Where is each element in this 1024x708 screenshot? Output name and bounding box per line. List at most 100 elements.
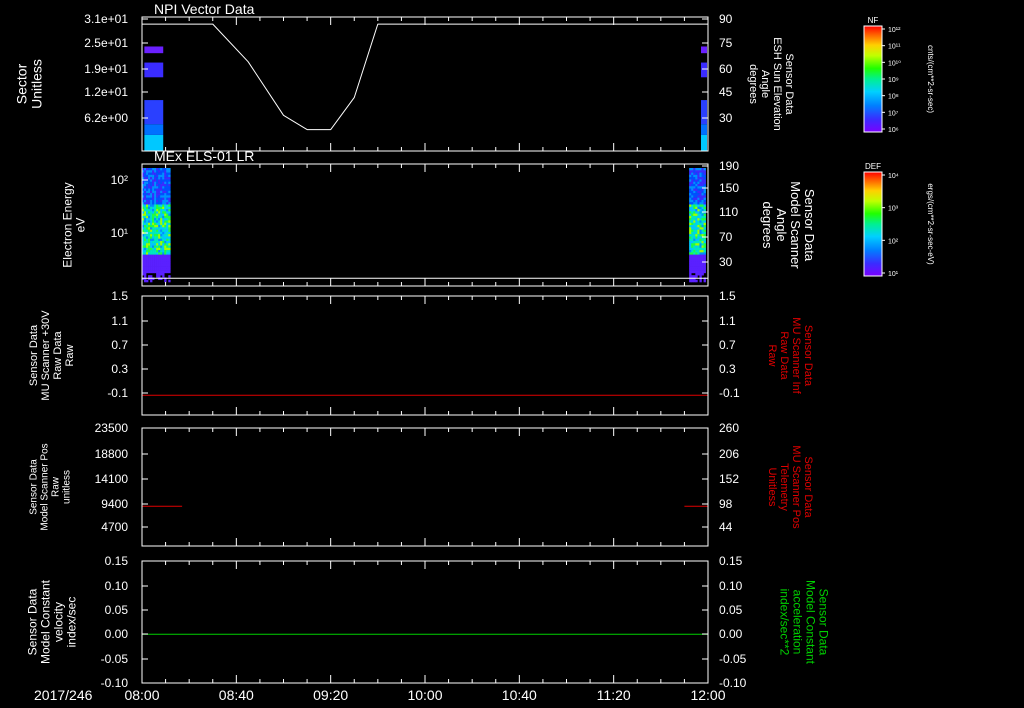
spectrogram-cell [152, 209, 155, 212]
spectrogram-cell [156, 252, 159, 255]
spectrogram-cell [156, 206, 159, 210]
spectrogram-cell [162, 218, 165, 221]
spectrogram-cell [160, 181, 163, 185]
spectrogram-cell [693, 250, 696, 253]
y2-axis-label: MU Scanner Pos [790, 445, 802, 529]
spectrogram-cell [166, 202, 169, 205]
spectrogram-cell [701, 231, 704, 235]
spectrogram-cell [146, 188, 149, 192]
spectrogram-cell [144, 218, 147, 221]
spectrogram-cell [152, 197, 155, 201]
spectrogram-cell [162, 259, 165, 262]
spectrogram-cell [144, 263, 147, 267]
spectrogram-cell [152, 183, 155, 187]
date-label: 2017/246 [34, 687, 93, 703]
spectrogram-cell [146, 268, 149, 271]
spectrogram-cell [156, 261, 159, 265]
spectrogram-cell [691, 199, 694, 203]
spectrogram-cell [168, 195, 171, 198]
spectrogram-cell [168, 227, 171, 230]
spectrogram-cell [701, 172, 704, 176]
spectrogram-cell [160, 220, 163, 224]
spectrogram-cell [699, 209, 702, 212]
spectrogram-cell [168, 222, 171, 226]
spectrogram-cell [691, 220, 694, 224]
spectrogram-cell [154, 222, 157, 226]
y-tick-label: 23500 [95, 421, 129, 435]
spectrogram-cell [697, 236, 700, 239]
spectrogram-cell [158, 270, 161, 274]
spectrogram-cell [689, 266, 692, 269]
spectrogram-cell [150, 256, 153, 260]
spectrogram-cell [695, 275, 698, 278]
spectrogram-cell [160, 172, 163, 176]
spectrogram-cell [162, 272, 165, 276]
spectrogram-cell [158, 220, 161, 224]
spectrogram-cell [691, 188, 694, 192]
spectrogram-cell [701, 259, 704, 262]
spectrogram-cell [152, 229, 155, 233]
spectrogram-cell [693, 259, 696, 262]
y2-tick-label: 1.1 [719, 314, 736, 328]
y-tick-label: 0.3 [111, 362, 128, 376]
spectrogram-cell [691, 243, 694, 246]
spectrogram-cell [150, 254, 153, 258]
spectrogram-cell [164, 179, 167, 182]
spectrogram-cell [156, 204, 159, 208]
spectrogram-cell [148, 266, 151, 269]
spectrogram-cell [695, 259, 698, 262]
spectrogram-cell [154, 243, 157, 246]
spectrogram-cell [693, 177, 696, 180]
spectrogram-cell [701, 245, 704, 249]
colorbar-unit: ergs/(cm**2-sr-sec-eV) [926, 183, 935, 265]
spectrogram-cell [156, 220, 159, 224]
spectrogram-cell [148, 209, 151, 212]
spectrogram-cell [154, 195, 157, 198]
spectrogram-cell [156, 247, 159, 251]
spectrogram-cell [689, 279, 692, 283]
spectrogram-cell [699, 234, 702, 237]
spectrogram-cell [144, 190, 147, 194]
spectrogram-cell [168, 218, 171, 221]
y-axis-label: MU Scanner +30V [40, 310, 52, 401]
spectrogram-cell [699, 259, 702, 262]
spectrogram-cell [146, 250, 149, 253]
spectrogram-cell [703, 199, 706, 203]
spectrogram-cell [160, 268, 163, 271]
spectrogram-cell [158, 254, 161, 258]
spectrogram-cell [158, 266, 161, 269]
spectrogram-cell [146, 218, 149, 221]
spectrogram-cell [150, 247, 153, 251]
spectrogram-cell [701, 213, 704, 217]
spectrogram-cell [162, 202, 165, 205]
spectrogram-cell [150, 174, 153, 178]
spectrogram-cell [691, 256, 694, 260]
colorbar-title: NF [868, 16, 879, 25]
spectrogram-cell [699, 268, 702, 271]
spectrogram-cell [701, 250, 704, 253]
spectrogram-cell [693, 197, 696, 201]
spectrogram-cell [144, 199, 147, 203]
spectrogram-cell [168, 204, 171, 208]
spectrogram-cell [160, 179, 163, 182]
spectrogram-cell [699, 238, 702, 242]
spectrogram-cell [150, 197, 153, 201]
spectrogram-cell [148, 275, 151, 278]
spectrogram-cell [703, 215, 706, 219]
spectrogram-cell [152, 199, 155, 203]
spectrogram-cell [146, 181, 149, 185]
spectrogram-cell [697, 218, 700, 221]
spectrogram-cell [154, 250, 157, 253]
spectrogram-cell [693, 199, 696, 203]
spectrogram-cell [160, 195, 163, 198]
y2-tick-label: 0.3 [719, 362, 736, 376]
spectrogram-cell [691, 172, 694, 176]
spectrogram-cell [699, 229, 702, 233]
y-tick-label: 0.10 [105, 579, 129, 593]
spectrogram-cell [148, 245, 151, 249]
spectrogram-cell [158, 227, 161, 230]
y-axis-label: Sector [14, 63, 30, 104]
spectrogram-cell [693, 204, 696, 208]
spectrogram-cell [148, 225, 151, 228]
spectrogram-cell [144, 279, 147, 283]
